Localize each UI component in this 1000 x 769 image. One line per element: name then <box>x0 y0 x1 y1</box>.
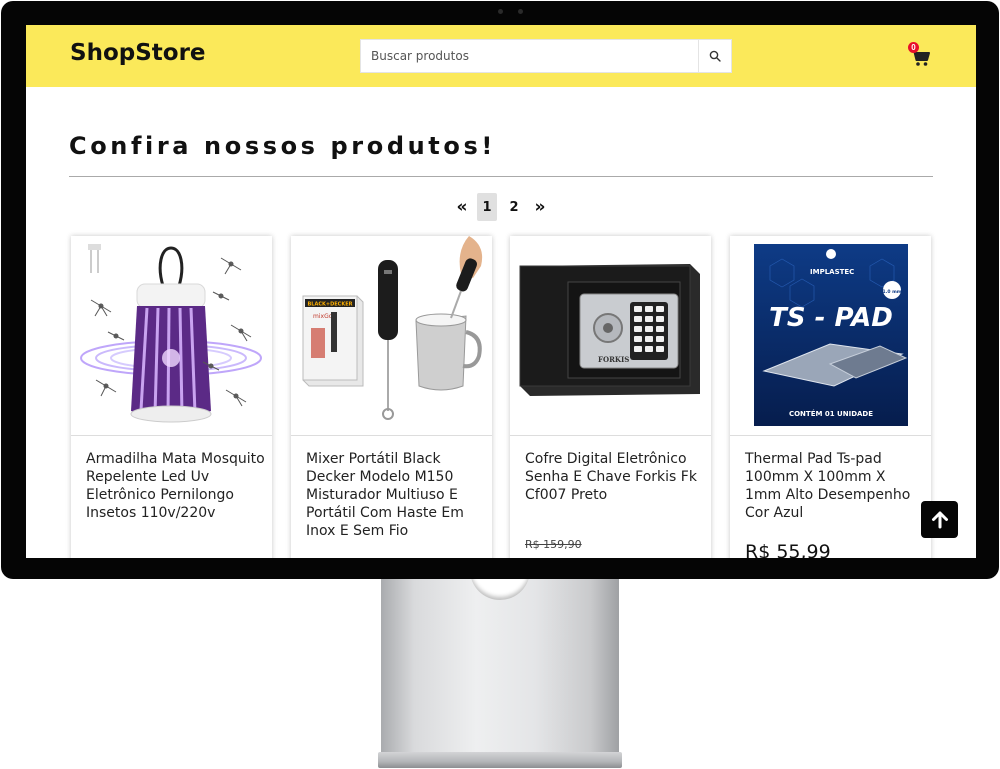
search-button[interactable] <box>698 40 731 72</box>
mixer-box-sub: mixGo <box>313 313 333 320</box>
search-icon <box>709 50 721 62</box>
product-card[interactable]: FORKIS Cofre Digital Eletrônico Senha E … <box>510 236 711 558</box>
product-card[interactable]: Armadilha Mata Mosquito Repelente Led Uv… <box>71 236 272 558</box>
camera-dot <box>498 9 503 14</box>
card-divider <box>730 435 931 436</box>
thermal-brand: IMPLASTEC <box>810 268 854 276</box>
screen: ShopStore 0 <box>26 25 976 558</box>
card-divider <box>510 435 711 436</box>
pagination-page-1[interactable]: 1 <box>477 193 497 221</box>
product-title[interactable]: Mixer Portátil Black Decker Modelo M150 … <box>306 450 486 540</box>
safe-brand: FORKIS <box>598 355 629 364</box>
title-divider <box>69 176 933 177</box>
product-price: R$ 55,99 <box>745 541 831 558</box>
thermal-name: TS - PAD <box>769 303 893 333</box>
digital-safe-image[interactable]: FORKIS <box>510 236 711 435</box>
card-divider <box>71 435 272 436</box>
site-header: ShopStore 0 <box>26 25 976 87</box>
search-bar <box>360 39 732 73</box>
monitor-stand-base <box>378 752 622 768</box>
pagination-prev[interactable]: « <box>451 193 473 221</box>
thermal-badge: 1.0 mm <box>883 289 902 295</box>
product-title[interactable]: Armadilha Mata Mosquito Repelente Led Uv… <box>86 450 266 522</box>
scroll-top-button[interactable] <box>921 501 958 538</box>
card-divider <box>291 435 492 436</box>
search-input[interactable] <box>361 40 699 72</box>
product-title[interactable]: Cofre Digital Eletrônico Senha E Chave F… <box>525 450 705 504</box>
monitor-bezel: ShopStore 0 <box>1 1 999 579</box>
mixer-box-brand: BLACK+DECKER <box>308 302 353 308</box>
thermal-footer: CONTÉM 01 UNIDADE <box>789 409 873 418</box>
cart-count-badge: 0 <box>908 42 919 53</box>
pagination-page-2[interactable]: 2 <box>503 193 525 221</box>
page-title: Confira nossos produtos! <box>69 132 496 160</box>
product-card[interactable]: BLACK+DECKER mixGo Mixer Portátil Black … <box>291 236 492 558</box>
site-logo[interactable]: ShopStore <box>70 40 206 66</box>
arrow-up-icon <box>931 511 948 528</box>
milk-frother-image[interactable]: BLACK+DECKER mixGo <box>291 236 492 435</box>
pagination-next[interactable]: » <box>529 193 551 221</box>
pagination: « 1 2 » <box>451 193 555 221</box>
thermal-pad-image[interactable]: IMPLASTEC 1.0 mm TS - PAD CONTÉM 01 UNID… <box>730 236 931 435</box>
product-card[interactable]: IMPLASTEC 1.0 mm TS - PAD CONTÉM 01 UNID… <box>730 236 931 558</box>
sensor-dot <box>518 9 523 14</box>
mosquito-lamp-image[interactable] <box>71 236 272 435</box>
product-old-price: R$ 159,90 <box>525 538 582 551</box>
cart-button[interactable]: 0 <box>908 42 930 67</box>
product-title[interactable]: Thermal Pad Ts-pad 100mm X 100mm X 1mm A… <box>745 450 925 522</box>
